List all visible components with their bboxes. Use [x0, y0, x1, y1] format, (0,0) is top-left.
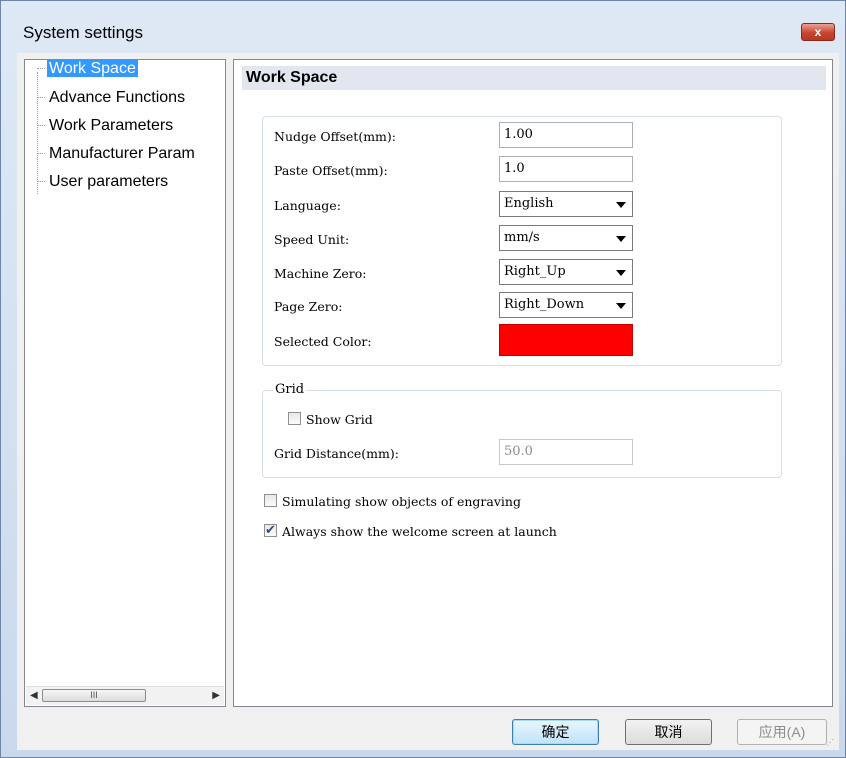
welcome-screen-label: Always show the welcome screen at launch [282, 524, 557, 539]
machine-zero-select[interactable]: Right_Up [499, 259, 633, 285]
close-icon: x [814, 25, 822, 39]
paste-offset-input[interactable]: 1.0 [499, 156, 633, 182]
resize-grip-icon[interactable]: ⋰ [826, 738, 836, 748]
panel-header: Work Space [242, 66, 826, 90]
scroll-right-arrow-icon[interactable]: ▶ [212, 690, 220, 701]
selected-color-swatch[interactable] [499, 324, 633, 356]
dropdown-arrow-icon [616, 303, 626, 309]
grid-group-legend: Grid [273, 382, 307, 397]
paste-offset-label: Paste Offset(mm): [274, 163, 388, 178]
page-zero-select[interactable]: Right_Down [499, 292, 633, 318]
machine-zero-label: Machine Zero: [274, 266, 367, 281]
grid-distance-label: Grid Distance(mm): [274, 446, 399, 461]
language-select[interactable]: English [499, 191, 633, 217]
nudge-offset-input[interactable]: 1.00 [499, 122, 633, 148]
settings-panel: Work Space Nudge Offset(mm): 1.00 Paste … [233, 59, 833, 707]
language-label: Language: [274, 198, 341, 213]
show-grid-label: Show Grid [306, 412, 373, 427]
simulating-label: Simulating show objects of engraving [282, 494, 521, 509]
cancel-button[interactable]: 取消 [625, 719, 712, 745]
apply-button[interactable]: 应用(A) [737, 719, 827, 745]
page-zero-label: Page Zero: [274, 299, 343, 314]
window-title: System settings [23, 23, 143, 42]
nudge-offset-label: Nudge Offset(mm): [274, 129, 396, 144]
tree-item-user-parameters[interactable]: User parameters [37, 173, 170, 195]
tree-horizontal-scrollbar[interactable]: ◀ III ▶ [26, 686, 224, 705]
speed-unit-select[interactable]: mm/s [499, 225, 633, 251]
settings-tree[interactable]: Work Space Advance Functions Work Parame… [24, 59, 226, 707]
dropdown-arrow-icon [616, 236, 626, 242]
tree-item-manufacturer-parameters[interactable]: Manufacturer Param [37, 145, 197, 167]
welcome-screen-checkbox[interactable] [264, 522, 277, 538]
dropdown-arrow-icon [616, 270, 626, 276]
dropdown-arrow-icon [616, 202, 626, 208]
tree-item-advance-functions[interactable]: Advance Functions [37, 89, 187, 111]
speed-unit-label: Speed Unit: [274, 232, 350, 247]
selected-color-label: Selected Color: [274, 334, 372, 349]
dialog-client-area: Work Space Advance Functions Work Parame… [17, 53, 839, 750]
scroll-left-arrow-icon[interactable]: ◀ [30, 690, 38, 701]
simulating-checkbox[interactable] [264, 494, 277, 507]
show-grid-checkbox[interactable] [288, 412, 301, 425]
tree-item-work-parameters[interactable]: Work Parameters [37, 117, 175, 139]
close-button[interactable]: x [801, 23, 835, 41]
tree-item-work-space[interactable]: Work Space [37, 60, 138, 82]
system-settings-dialog: System settings x Work Space Advance Fun… [0, 0, 846, 758]
ok-button[interactable]: 确定 [512, 719, 599, 745]
grid-distance-input[interactable]: 50.0 [499, 439, 633, 465]
scroll-thumb[interactable]: III [42, 689, 146, 702]
title-bar[interactable]: System settings x [1, 1, 845, 53]
